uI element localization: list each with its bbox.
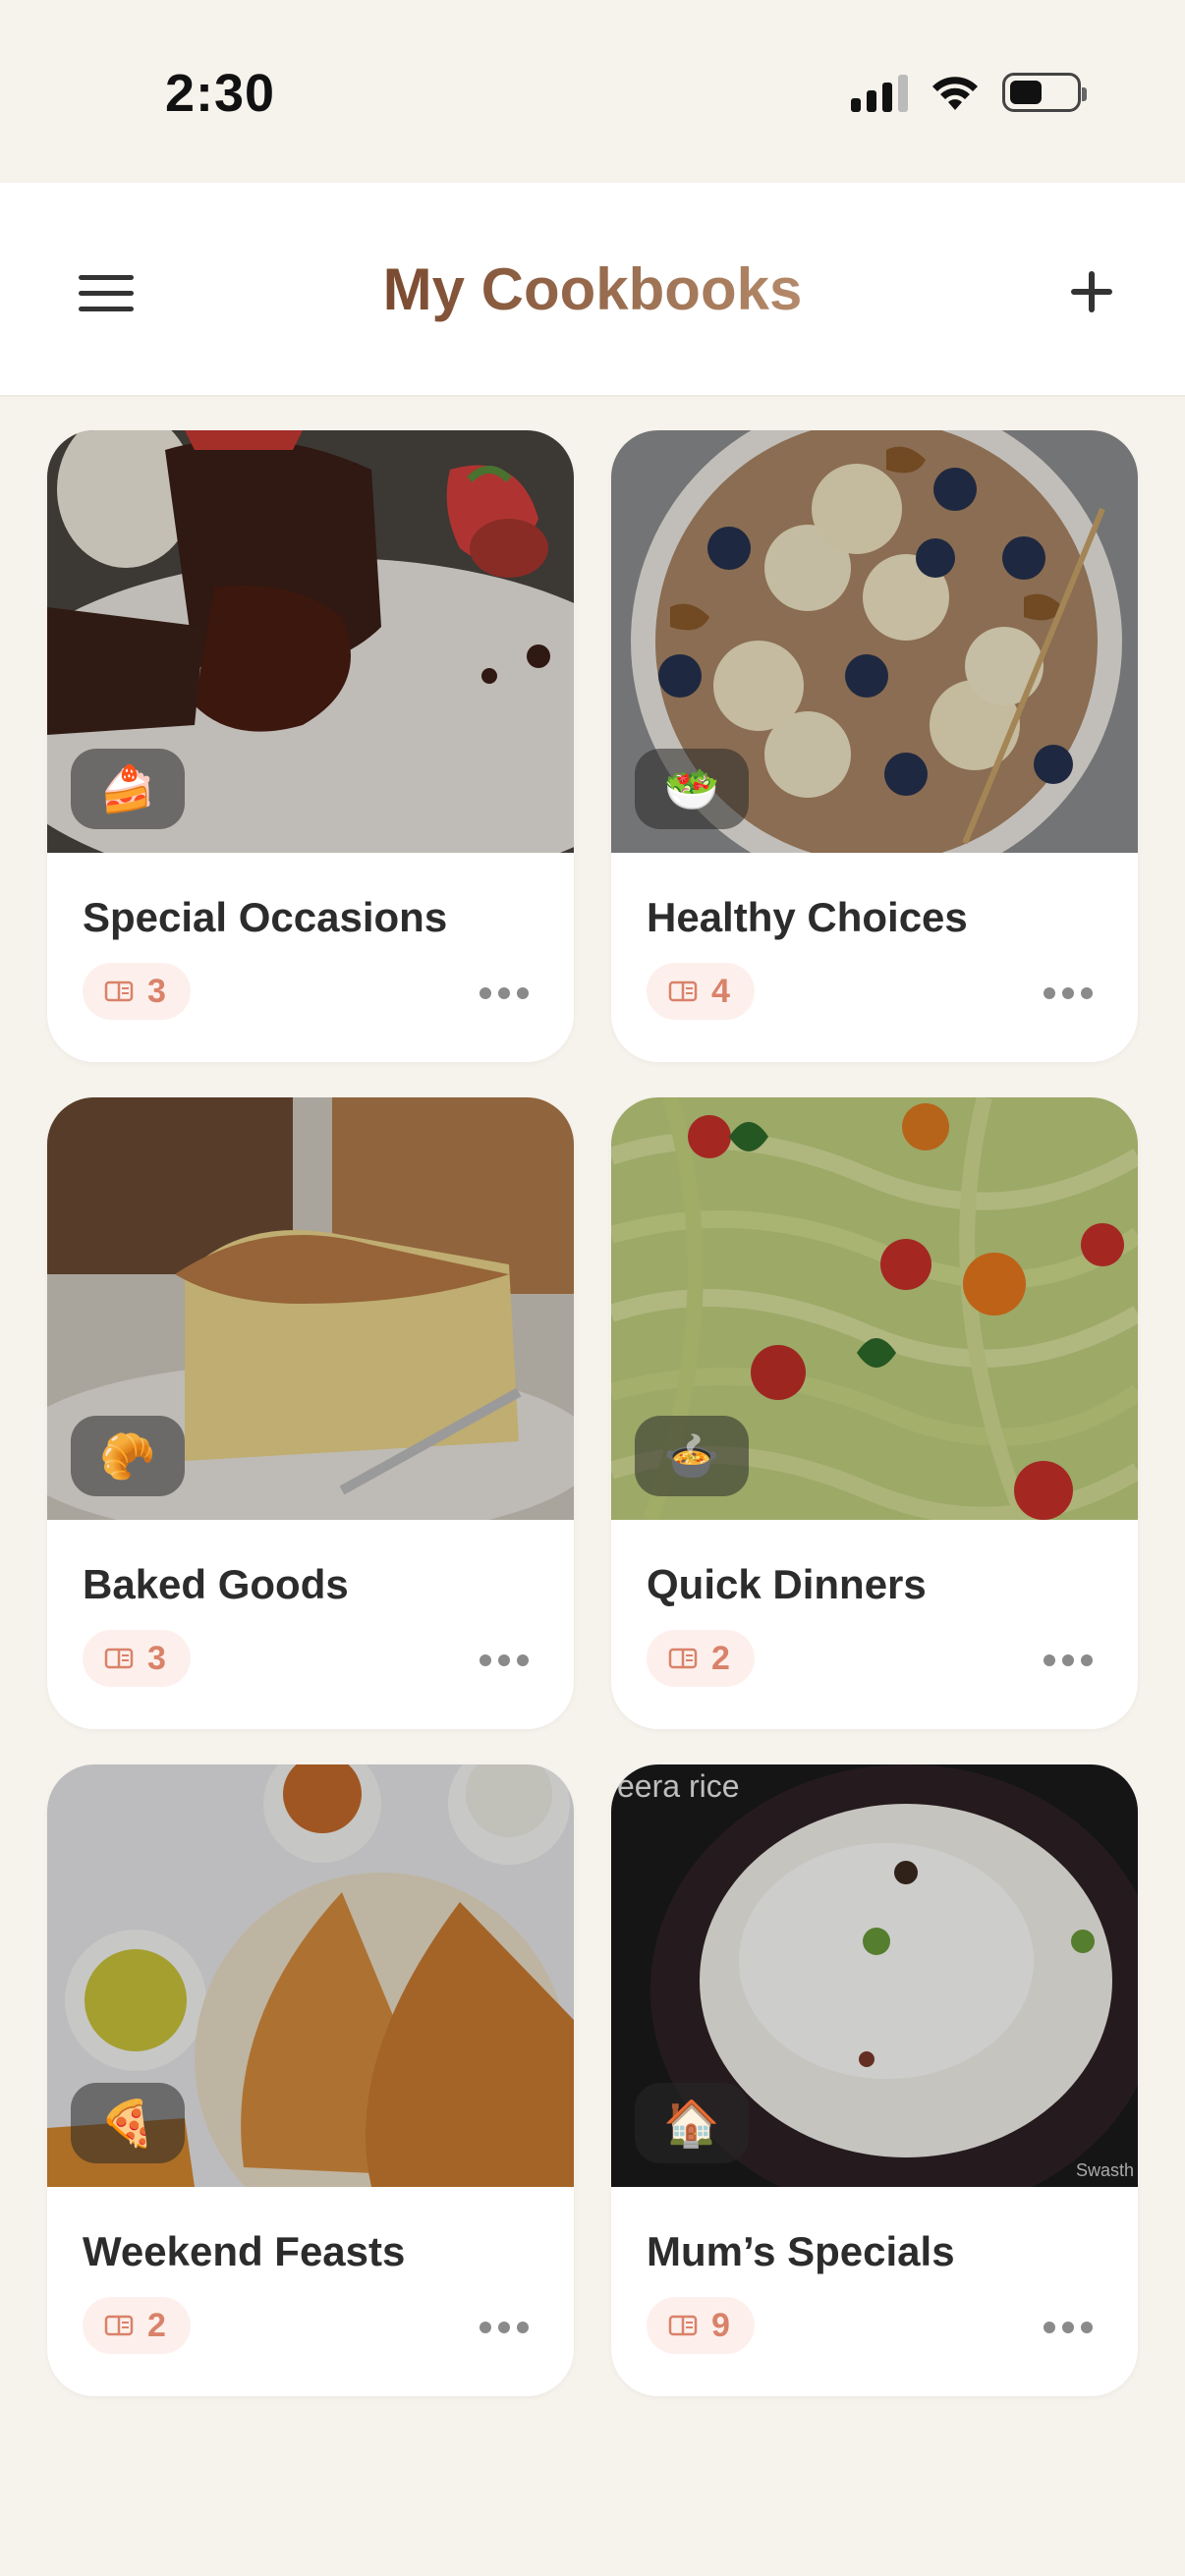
cookbook-grid: 🍰 Special Occasions 3 🥗 Healthy Choices … bbox=[47, 430, 1138, 2396]
battery-level bbox=[1010, 81, 1042, 104]
soup-emoji-icon: 🍲 bbox=[635, 1416, 749, 1496]
status-icons bbox=[851, 73, 1087, 112]
recipe-count: 2 bbox=[711, 1639, 730, 1677]
more-options-icon[interactable] bbox=[1034, 969, 1102, 1018]
salad-emoji-icon: 🥗 bbox=[635, 749, 749, 829]
recipe-count-badge: 9 bbox=[647, 2297, 755, 2354]
house-emoji-icon: 🏠 bbox=[635, 2083, 749, 2163]
cookbook-card[interactable]: 🍰 Special Occasions 3 bbox=[47, 430, 574, 1062]
page-title: My Cookbooks bbox=[382, 256, 803, 322]
cookbook-cover-image: 🥗 bbox=[611, 430, 1138, 853]
recipe-count-badge: 2 bbox=[83, 2297, 191, 2354]
hamburger-menu-icon[interactable] bbox=[67, 244, 165, 342]
recipe-count: 9 bbox=[711, 2306, 730, 2344]
battery-icon bbox=[1002, 73, 1087, 112]
cookbook-title: Weekend Feasts bbox=[83, 2228, 406, 2274]
cellular-signal-icon bbox=[851, 73, 908, 112]
book-icon bbox=[668, 2315, 698, 2336]
app-header: My Cookbooks bbox=[0, 183, 1185, 395]
recipe-count: 2 bbox=[147, 2306, 166, 2344]
cookbook-cover-image: 🍕 bbox=[47, 1764, 574, 2187]
wifi-icon bbox=[932, 77, 978, 110]
recipe-count: 4 bbox=[711, 972, 730, 1010]
recipe-count-badge: 3 bbox=[83, 963, 191, 1020]
cookbook-title: Baked Goods bbox=[83, 1561, 349, 1607]
recipe-count: 3 bbox=[147, 1639, 166, 1677]
book-icon bbox=[104, 1648, 134, 1669]
cookbook-card[interactable]: 🥗 Healthy Choices 4 bbox=[611, 430, 1138, 1062]
cookbook-cover-image: 🍰 bbox=[47, 430, 574, 853]
more-options-icon[interactable] bbox=[470, 969, 538, 1018]
book-icon bbox=[104, 2315, 134, 2336]
recipe-count-badge: 4 bbox=[647, 963, 755, 1020]
cookbook-card[interactable]: 🍕 Weekend Feasts 2 bbox=[47, 1764, 574, 2396]
cookbook-card[interactable]: eera rice Swasth 🏠 Mum’s Specials 9 bbox=[611, 1764, 1138, 2396]
more-options-icon[interactable] bbox=[1034, 1636, 1102, 1685]
book-icon bbox=[104, 980, 134, 1002]
more-options-icon[interactable] bbox=[470, 2303, 538, 2352]
book-icon bbox=[668, 980, 698, 1002]
plus-icon bbox=[1071, 271, 1112, 312]
cookbook-card[interactable]: 🥐 Baked Goods 3 bbox=[47, 1097, 574, 1729]
status-bar: 2:30 bbox=[0, 0, 1185, 183]
pizza-emoji-icon: 🍕 bbox=[71, 2083, 185, 2163]
cookbook-title: Special Occasions bbox=[83, 894, 448, 940]
status-time: 2:30 bbox=[165, 64, 276, 123]
more-options-icon[interactable] bbox=[470, 1636, 538, 1685]
cookbook-title: Mum’s Specials bbox=[647, 2228, 955, 2274]
cookbook-cover-image: 🥐 bbox=[47, 1097, 574, 1520]
cookbook-title: Healthy Choices bbox=[647, 894, 968, 940]
cookbook-cover-image: eera rice Swasth 🏠 bbox=[611, 1764, 1138, 2187]
cake-emoji-icon: 🍰 bbox=[71, 749, 185, 829]
croissant-emoji-icon: 🥐 bbox=[71, 1416, 185, 1496]
recipe-count: 3 bbox=[147, 972, 166, 1010]
add-cookbook-button[interactable] bbox=[1038, 238, 1146, 346]
recipe-count-badge: 3 bbox=[83, 1630, 191, 1687]
more-options-icon[interactable] bbox=[1034, 2303, 1102, 2352]
recipe-count-badge: 2 bbox=[647, 1630, 755, 1687]
cookbook-title: Quick Dinners bbox=[647, 1561, 927, 1607]
book-icon bbox=[668, 1648, 698, 1669]
cookbook-card[interactable]: 🍲 Quick Dinners 2 bbox=[611, 1097, 1138, 1729]
cookbook-cover-image: 🍲 bbox=[611, 1097, 1138, 1520]
